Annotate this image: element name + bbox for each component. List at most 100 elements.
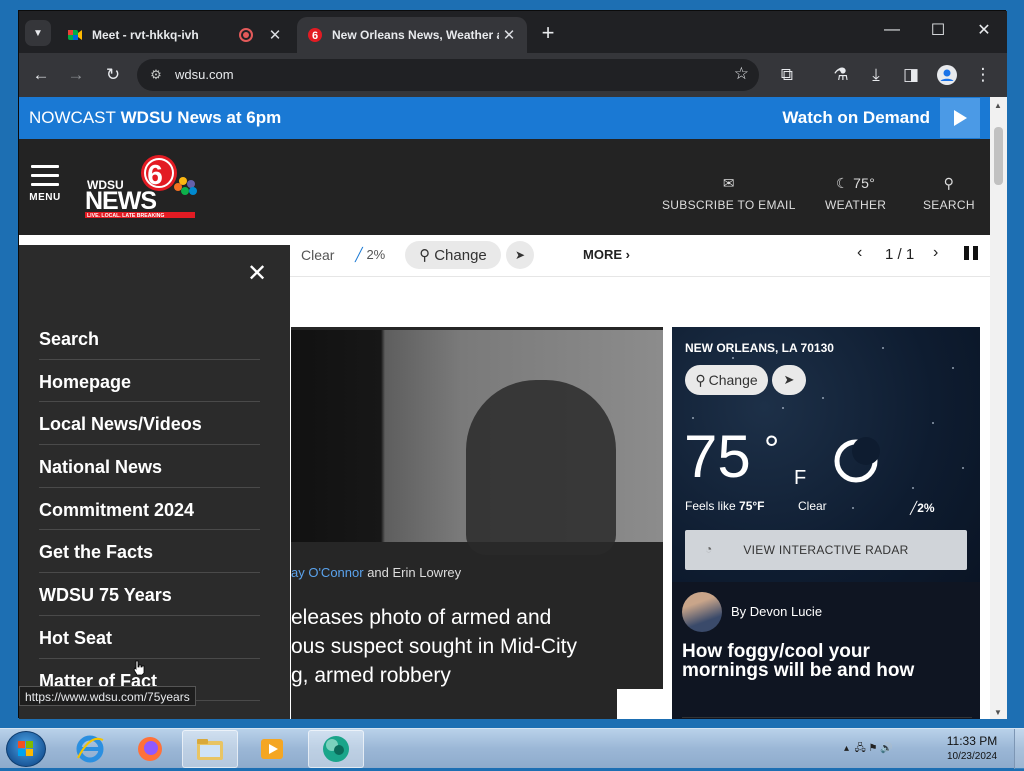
flag-icon[interactable]: ⚑	[869, 743, 878, 754]
recording-icon	[239, 28, 253, 42]
address-bar[interactable]: ⚙ wdsu.com ☆	[137, 59, 759, 91]
menu-button[interactable]: MENU	[27, 165, 63, 203]
taskbar-clock[interactable]: 11:33 PM 10/23/2024	[934, 733, 1010, 765]
watch-on-demand-link[interactable]: Watch on Demand	[782, 108, 930, 128]
chevron-down-icon: ▼	[33, 27, 43, 39]
volume-icon[interactable]: 🔊	[880, 743, 892, 754]
pause-icon[interactable]	[964, 246, 978, 260]
app-sphere-icon	[323, 736, 349, 762]
weather-geolocate-button[interactable]: ➤	[772, 365, 806, 395]
story-footer-button[interactable]	[617, 689, 663, 719]
nav-item-search[interactable]: Search	[39, 317, 260, 360]
start-button[interactable]	[6, 731, 46, 767]
close-icon: ✕	[977, 22, 991, 39]
more-button[interactable]: MORE ›	[583, 247, 630, 262]
precip-value: 2%	[366, 247, 386, 262]
show-desktop-button[interactable]	[1014, 729, 1024, 769]
nav-item-national-news[interactable]: National News	[39, 445, 260, 488]
headline-line: How foggy/cool your	[682, 641, 870, 662]
status-bar-url: https://www.wdsu.com/75years	[19, 686, 196, 706]
page-scrollbar[interactable]: ▲ ▼	[990, 97, 1007, 719]
close-icon: ✕	[246, 259, 268, 287]
plus-icon: +	[541, 20, 555, 45]
taskbar-media-player[interactable]	[244, 730, 300, 768]
weather-story[interactable]: By Devon Lucie How foggy/cool your morni…	[672, 582, 980, 719]
close-menu-button[interactable]: ✕	[245, 259, 269, 287]
close-tab-icon[interactable]: ✕	[265, 26, 285, 44]
story-photo[interactable]	[291, 330, 663, 555]
taskbar-ie[interactable]	[62, 730, 118, 768]
taskbar-app-active[interactable]	[308, 730, 364, 768]
reload-icon: ↻	[105, 65, 121, 84]
download-icon: ⤓	[872, 65, 880, 84]
precip-value: 2%	[917, 501, 935, 515]
change-location-button[interactable]: ⚲ Change	[405, 241, 501, 269]
reload-button[interactable]: ↻	[99, 61, 127, 89]
author-link[interactable]: ay O'Connor	[291, 565, 364, 580]
close-tab-icon[interactable]: ✕	[499, 26, 519, 44]
next-alert-button[interactable]: ›	[933, 244, 938, 262]
tab-title: Meet - rvt-hkkq-ivh	[92, 28, 199, 42]
weather-condition: Clear	[798, 499, 827, 513]
flask-icon: ⚗	[833, 65, 849, 84]
search-icon: ⚲	[943, 175, 955, 191]
change-label: Change	[708, 372, 758, 388]
tray-expand-icon[interactable]: ▴	[844, 743, 849, 754]
top-story[interactable]: ay O'Connor and Erin Lowrey eleases phot…	[291, 327, 663, 719]
wdsu-logo[interactable]: 6 WDSU NEWS LIVE. LOCAL. LATE BREAKING	[85, 151, 203, 221]
tab-wdsu[interactable]: 6 New Orleans News, Weather and Sports |…	[297, 17, 527, 53]
search-link[interactable]: ⚲ SEARCH	[923, 175, 975, 212]
new-tab-button[interactable]: +	[535, 20, 561, 46]
scroll-up-icon[interactable]: ▲	[994, 101, 1002, 110]
arrow-left-icon: ←	[32, 65, 50, 84]
interactive-radar-button[interactable]: ◔ VIEW INTERACTIVE RADAR	[685, 530, 967, 570]
close-window-button[interactable]: ✕	[961, 11, 1007, 49]
subscribe-email-link[interactable]: ✉ SUBSCRIBE TO EMAIL	[662, 175, 796, 212]
forward-button[interactable]: →	[62, 61, 90, 89]
scroll-down-icon[interactable]: ▼	[994, 708, 1002, 717]
back-button[interactable]: ←	[27, 61, 55, 89]
bookmark-star-icon[interactable]: ☆	[734, 64, 749, 84]
logo-number: 6	[147, 159, 163, 190]
nav-item-homepage[interactable]: Homepage	[39, 360, 260, 403]
nav-item-commitment-2024[interactable]: Commitment 2024	[39, 488, 260, 531]
taskbar-explorer[interactable]	[182, 730, 238, 768]
taskbar-firefox[interactable]	[122, 730, 178, 768]
geolocate-button[interactable]: ➤	[506, 241, 534, 269]
degree-symbol: °	[764, 429, 780, 471]
downloads-button[interactable]: ⤓	[862, 61, 890, 89]
system-tray[interactable]: ▴ 🖧 ⚑ 🔊	[844, 741, 893, 758]
extensions-button[interactable]: ⧉	[773, 61, 801, 89]
search-label: SEARCH	[923, 198, 975, 212]
nav-item-hot-seat[interactable]: Hot Seat	[39, 616, 260, 659]
chrome-menu-button[interactable]: ⋮	[969, 61, 997, 89]
radar-label: VIEW INTERACTIVE RADAR	[743, 543, 909, 557]
tab-meet[interactable]: Meet - rvt-hkkq-ivh ✕	[57, 17, 293, 53]
side-panel-button[interactable]: ◨	[897, 61, 925, 89]
nav-item-local-news[interactable]: Local News/Videos	[39, 402, 260, 446]
nav-item-wdsu-75-years[interactable]: WDSU 75 Years	[39, 573, 260, 616]
tab-search-dropdown[interactable]: ▼	[25, 20, 51, 46]
logo-tagline: LIVE. LOCAL. LATE BREAKING	[87, 213, 164, 219]
scrollbar-thumb[interactable]	[994, 127, 1003, 185]
weather-change-button[interactable]: ⚲ Change	[685, 365, 768, 395]
site-info-icon[interactable]: ⚙	[147, 66, 165, 84]
weather-story-headline[interactable]: How foggy/cool your mornings will be and…	[682, 642, 972, 680]
minimize-button[interactable]: —	[869, 11, 915, 49]
prev-alert-button[interactable]: ‹	[857, 244, 862, 262]
web-page: NOWCAST WDSU News at 6pm Watch on Demand…	[19, 97, 990, 719]
peacock-icon	[174, 177, 197, 195]
nav-item-get-the-facts[interactable]: Get the Facts	[39, 530, 260, 574]
play-icon[interactable]	[940, 98, 980, 138]
network-icon[interactable]: 🖧	[855, 743, 866, 754]
headline-line: ous suspect sought in Mid-City	[291, 635, 577, 658]
weather-link[interactable]: ☾ 75° WEATHER	[825, 175, 886, 212]
chevron-right-icon: ›	[625, 247, 630, 262]
nav-menu-list: Search Homepage Local News/Videos Nation…	[39, 317, 260, 702]
map-pin-icon: ⚲	[695, 371, 706, 388]
profile-button[interactable]	[933, 61, 961, 89]
maximize-button[interactable]: ☐	[915, 11, 961, 49]
story-headline[interactable]: eleases photo of armed and ous suspect s…	[291, 603, 663, 690]
labs-button[interactable]: ⚗	[827, 61, 855, 89]
nowcast-banner[interactable]: NOWCAST WDSU News at 6pm Watch on Demand	[19, 97, 990, 139]
